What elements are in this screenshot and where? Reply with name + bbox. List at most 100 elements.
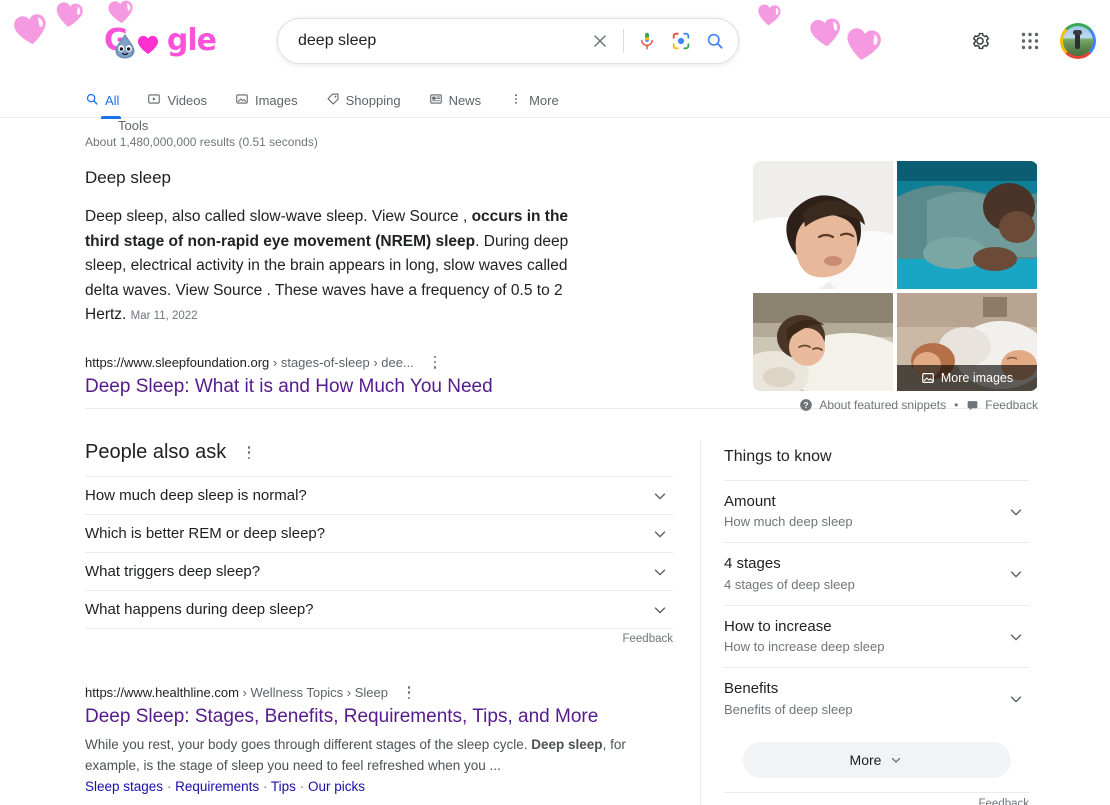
search-result-item: https://www.healthline.com › Wellness To… xyxy=(85,685,685,793)
things-to-know-item[interactable]: 4 stages4 stages of deep sleep xyxy=(724,542,1029,604)
nav-tab-shopping[interactable]: Shopping xyxy=(326,82,401,118)
search-icon xyxy=(705,31,725,51)
people-also-ask-feedback[interactable]: Feedback xyxy=(85,628,673,645)
things-to-know-item[interactable]: Benefits Benefits of deep sleep xyxy=(724,667,1029,729)
nav-tab-more[interactable]: More xyxy=(509,82,559,118)
svg-text:?: ? xyxy=(804,401,809,410)
nav-tab-news[interactable]: News xyxy=(429,82,482,118)
fs-url-domain: https://www.sleepfoundation.org xyxy=(85,355,269,370)
nav-tab-images[interactable]: Images xyxy=(235,82,298,118)
featured-image-grid: More images xyxy=(753,161,1038,391)
video-icon xyxy=(147,92,161,109)
column-divider xyxy=(700,440,701,805)
ttk-item-sub: 4 stages of deep sleep xyxy=(724,576,855,594)
google-lens-button[interactable] xyxy=(664,24,698,58)
people-also-ask-item[interactable]: How much deep sleep is normal? xyxy=(85,476,673,514)
nav-tab-label: All xyxy=(105,93,119,108)
featured-snippet-url[interactable]: https://www.sleepfoundation.org › stages… xyxy=(85,355,414,370)
sitelink[interactable]: Requirements xyxy=(175,779,259,794)
featured-snippet-title: Deep sleep xyxy=(85,167,685,189)
chevron-down-icon xyxy=(1007,690,1025,708)
featured-snippet-url-row: https://www.sleepfoundation.org › stages… xyxy=(85,355,685,370)
result-sitelinks: Sleep stages · Requirements · Tips · Our… xyxy=(85,779,685,794)
image-icon xyxy=(235,92,249,109)
people-also-ask-title: People also ask xyxy=(85,441,226,464)
chevron-down-icon xyxy=(651,601,669,619)
kebab-icon[interactable] xyxy=(428,356,442,369)
result-url-path: › Wellness Topics › Sleep xyxy=(239,685,388,700)
news-icon xyxy=(429,92,443,109)
search-submit-button[interactable] xyxy=(698,24,732,58)
voice-search-button[interactable] xyxy=(630,24,664,58)
question-circle-icon: ? xyxy=(799,398,813,412)
result-url-row: https://www.healthline.com › Wellness To… xyxy=(85,685,685,700)
paa-question: Which is better REM or deep sleep? xyxy=(85,525,325,542)
search-input[interactable] xyxy=(298,32,583,50)
people-also-ask: People also ask How much deep sleep is n… xyxy=(85,441,673,645)
google-apps-button[interactable] xyxy=(1010,21,1050,61)
people-also-ask-item[interactable]: What happens during deep sleep? xyxy=(85,590,673,628)
nav-tab-label: Images xyxy=(255,93,298,108)
heart-icon xyxy=(137,35,159,55)
things-to-know-item[interactable]: How to increaseHow to increase deep slee… xyxy=(724,605,1029,667)
chevron-down-icon xyxy=(889,753,903,767)
microphone-icon xyxy=(636,30,658,52)
search-divider xyxy=(623,29,624,53)
avatar-image xyxy=(1063,26,1093,56)
more-images-button[interactable]: More images xyxy=(897,365,1037,391)
google-logo[interactable]: Google xyxy=(75,11,245,71)
ttk-item-label: How to increase xyxy=(724,617,884,637)
clear-search-button[interactable] xyxy=(583,24,617,58)
ttk-item-label: Amount xyxy=(724,492,853,512)
nav-tab-all[interactable]: All xyxy=(85,82,119,118)
ttk-item-sub: How to increase deep sleep xyxy=(724,638,884,656)
nav-tab-label: More xyxy=(529,93,559,108)
nav-tab-videos[interactable]: Videos xyxy=(147,82,207,118)
people-also-ask-header: People also ask xyxy=(85,441,673,464)
result-link[interactable]: Deep Sleep: Stages, Benefits, Requiremen… xyxy=(85,705,685,730)
featured-snippet-link[interactable]: Deep Sleep: What it is and How Much You … xyxy=(85,375,685,400)
ttk-item-sub: Benefits of deep sleep xyxy=(724,701,853,719)
things-to-know-more-button[interactable]: More xyxy=(743,742,1011,778)
things-to-know-list: AmountHow much deep sleep4 stages4 stage… xyxy=(724,480,1029,730)
things-to-know-feedback[interactable]: Feedback xyxy=(724,792,1029,805)
search-icon xyxy=(85,92,99,109)
kebab-icon[interactable] xyxy=(402,686,416,699)
people-also-ask-item[interactable]: Which is better REM or deep sleep? xyxy=(85,514,673,552)
result-stats: About 1,480,000,000 results (0.51 second… xyxy=(85,135,1110,149)
people-also-ask-item[interactable]: What triggers deep sleep? xyxy=(85,552,673,590)
google-search-results-page: Google xyxy=(0,0,1110,805)
people-also-ask-list: How much deep sleep is normal? Which is b… xyxy=(85,476,673,628)
sleep-image-2[interactable] xyxy=(897,161,1037,289)
gear-icon xyxy=(969,30,991,52)
google-apps-grid-icon xyxy=(1020,31,1040,51)
kebab-icon[interactable] xyxy=(242,446,256,459)
result-description: While you rest, your body goes through d… xyxy=(85,734,645,777)
avatar-figure xyxy=(1075,33,1080,49)
ttk-item-label: Benefits xyxy=(724,679,853,699)
about-featured-snippets-label: About featured snippets xyxy=(819,398,946,412)
search-box[interactable] xyxy=(277,18,739,64)
page-header: Google xyxy=(0,0,1110,82)
left-results-column: Deep sleep Deep sleep, also called slow-… xyxy=(85,167,685,794)
avatar[interactable] xyxy=(1060,23,1096,59)
result-url[interactable]: https://www.healthline.com › Wellness To… xyxy=(85,685,388,700)
result-desc-1: While you rest, your body goes through d… xyxy=(85,737,531,752)
snippet-feedback-link[interactable]: Feedback xyxy=(966,398,1038,412)
nav-tab-label: News xyxy=(449,93,482,108)
things-to-know-title: Things to know xyxy=(724,448,1029,466)
sitelink[interactable]: Tips xyxy=(271,779,296,794)
sitelink[interactable]: Sleep stages xyxy=(85,779,163,794)
sleep-image-4[interactable]: More images xyxy=(897,293,1037,391)
sleep-image-3[interactable] xyxy=(753,293,893,391)
sitelink-separator: · xyxy=(263,779,268,794)
settings-button[interactable] xyxy=(960,21,1000,61)
sitelink[interactable]: Our picks xyxy=(308,779,365,794)
about-featured-snippets-link[interactable]: ? About featured snippets xyxy=(799,398,946,412)
sleep-image-1[interactable] xyxy=(753,161,893,289)
google-lens-icon xyxy=(670,30,692,52)
paa-question: How much deep sleep is normal? xyxy=(85,487,307,504)
snippet-feedback-label: Feedback xyxy=(985,398,1038,412)
things-to-know-item[interactable]: AmountHow much deep sleep xyxy=(724,480,1029,542)
header-actions xyxy=(960,21,1110,61)
